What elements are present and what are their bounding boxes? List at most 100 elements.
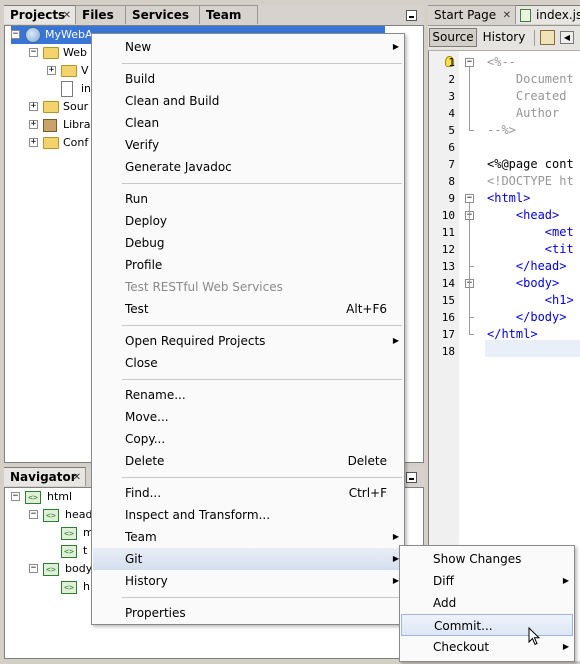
fold-collapse-icon[interactable]: − (465, 194, 474, 203)
tab-index-jsp[interactable]: index.jsp (516, 5, 580, 24)
menu-item-history[interactable]: History ▶ (93, 570, 403, 592)
line-number: 3 (448, 90, 455, 103)
source-package-icon (43, 101, 59, 113)
tab-team[interactable]: Team (200, 5, 258, 24)
menu-item-show-changes[interactable]: Show Changes (401, 548, 573, 570)
tree-item-label: V (81, 64, 89, 77)
menu-item-debug[interactable]: Debug (93, 232, 403, 254)
fold-collapse-icon[interactable]: − (465, 58, 474, 67)
menu-item-label: New (125, 40, 152, 54)
menu-item-label: Git (125, 552, 143, 566)
tab-team-label: Team (206, 8, 242, 22)
menu-item-shortcut: Delete (347, 454, 387, 468)
expand-icon[interactable]: + (29, 120, 38, 129)
git-submenu: Show Changes Diff ▶ Add Commit... Checkout ▶ (399, 545, 575, 662)
menu-item-inspect-and-transform[interactable]: Inspect and Transform... (93, 504, 403, 526)
code-line: <h1> (487, 293, 574, 307)
html-tag-icon: <> (43, 563, 59, 576)
collapse-icon[interactable]: − (29, 564, 38, 573)
tree-item-label: Libra (63, 118, 91, 131)
line-number: 2 (448, 73, 455, 86)
code-line: </body> (487, 310, 567, 324)
html-tag-icon: <> (61, 581, 77, 594)
minimize-icon[interactable] (406, 472, 417, 483)
source-button[interactable]: Source (429, 28, 477, 47)
menu-item-label: Clean and Build (125, 94, 220, 108)
line-number: 1 (448, 56, 455, 69)
code-line: <%-- (487, 55, 516, 69)
line-number: 4 (448, 107, 455, 120)
submenu-arrow-icon: ▶ (562, 642, 569, 651)
close-icon[interactable]: ✕ (63, 6, 71, 25)
menu-item-verify[interactable]: Verify (93, 134, 403, 156)
collapse-icon[interactable]: − (11, 30, 20, 39)
tab-services[interactable]: Services (126, 5, 200, 24)
menu-item-label: Profile (125, 258, 163, 272)
menu-item-rename[interactable]: Rename... (93, 384, 403, 406)
menu-item-label: Diff (433, 574, 454, 588)
code-line: <html> (487, 191, 531, 205)
menu-item-new[interactable]: New ▶ (93, 36, 403, 58)
collapse-icon[interactable]: − (29, 510, 38, 519)
menu-item-generate-javadoc[interactable]: Generate Javadoc (93, 156, 403, 178)
back-icon[interactable]: ◀ (560, 31, 574, 44)
menu-item-run[interactable]: Run (93, 188, 403, 210)
project-context-menu: New ▶ Build Clean and Build Clean Verify Gener… (91, 33, 405, 625)
fold-guide (469, 288, 470, 317)
menu-separator (122, 597, 402, 598)
menu-item-label: Test RESTful Web Services (125, 280, 283, 294)
fold-guide-end (469, 130, 474, 131)
line-number: 17 (441, 328, 455, 341)
tab-files[interactable]: Files (76, 5, 126, 24)
menu-item-commit[interactable]: Commit... (401, 614, 573, 636)
collapse-icon[interactable]: − (29, 48, 38, 57)
last-edit-icon[interactable] (540, 30, 555, 45)
menu-item-clean[interactable]: Clean (93, 112, 403, 134)
menu-item-build[interactable]: Build (93, 68, 403, 90)
collapse-icon[interactable]: − (11, 492, 20, 501)
code-line: <%@page cont (487, 157, 574, 171)
menu-item-test[interactable]: Test Alt+F6 (93, 298, 403, 320)
line-number: 10 (441, 209, 455, 222)
close-icon[interactable]: ✕ (73, 468, 81, 487)
menu-item-move[interactable]: Move... (93, 406, 403, 428)
menu-item-label: Copy... (125, 432, 166, 446)
menu-item-open-required-projects[interactable]: Open Required Projects ▶ (93, 330, 403, 352)
minimize-icon[interactable] (406, 10, 417, 21)
tree-item-label: MyWebA (45, 28, 93, 41)
html-tag-icon: <> (61, 545, 77, 558)
line-number: 9 (448, 192, 455, 205)
code-line: Author (487, 106, 560, 120)
tab-index-label: index.jsp (536, 8, 580, 22)
close-icon[interactable]: ✕ (503, 6, 511, 25)
menu-item-delete[interactable]: Delete Delete (93, 450, 403, 472)
tab-navigator[interactable]: Navigator ✕ (4, 467, 86, 486)
editor-tabbar: Start Page ✕ index.jsp (428, 5, 580, 26)
line-number: 12 (441, 243, 455, 256)
menu-item-diff[interactable]: Diff ▶ (401, 570, 573, 592)
menu-item-close[interactable]: Close (93, 352, 403, 374)
menu-item-clean-and-build[interactable]: Clean and Build (93, 90, 403, 112)
menu-item-copy[interactable]: Copy... (93, 428, 403, 450)
expand-icon[interactable]: + (29, 102, 38, 111)
menu-item-checkout[interactable]: Checkout ▶ (401, 636, 573, 658)
menu-item-label: Delete (125, 454, 165, 468)
expand-icon[interactable]: + (47, 66, 56, 75)
menu-item-add[interactable]: Add (401, 592, 573, 614)
menu-item-label: Clean (125, 116, 160, 130)
menu-item-team[interactable]: Team ▶ (93, 526, 403, 548)
tab-projects[interactable]: Projects ✕ (4, 5, 76, 24)
menu-item-properties[interactable]: Properties (93, 602, 403, 624)
code-line: <met (487, 225, 574, 239)
menu-item-git[interactable]: Git ▶ (93, 548, 403, 570)
expand-icon[interactable]: + (29, 138, 38, 147)
code-line: </html> (487, 327, 538, 341)
menu-separator (122, 63, 402, 64)
menu-item-deploy[interactable]: Deploy (93, 210, 403, 232)
globe-icon (25, 27, 41, 43)
menu-item-find[interactable]: Find... Ctrl+F (93, 482, 403, 504)
history-button[interactable]: History (479, 28, 529, 47)
tab-start-page[interactable]: Start Page ✕ (428, 5, 516, 24)
menu-item-profile[interactable]: Profile (93, 254, 403, 276)
menu-separator (122, 325, 402, 326)
